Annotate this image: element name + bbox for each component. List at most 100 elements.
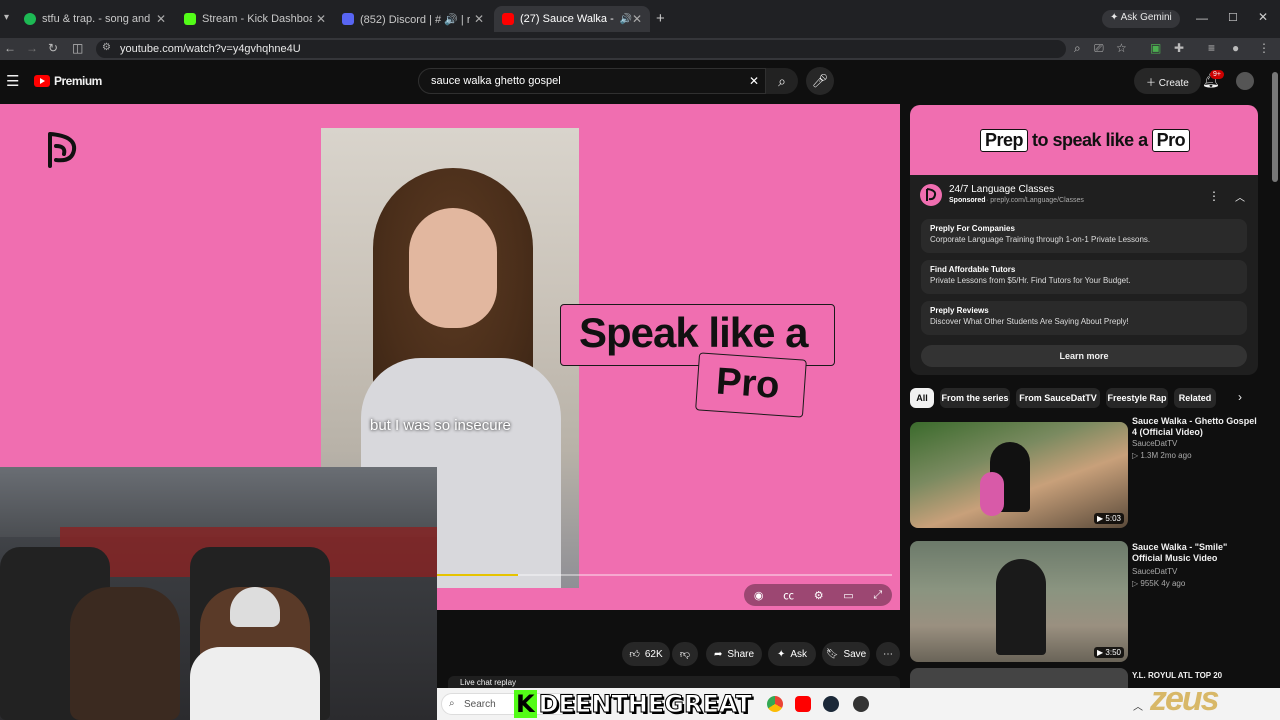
new-tab-button[interactable]: +: [656, 10, 665, 27]
minimize-icon[interactable]: —: [1196, 11, 1208, 25]
ad-sitelink[interactable]: Find Affordable Tutors Private Lessons f…: [921, 260, 1247, 294]
theater-mode-icon[interactable]: ▭: [843, 589, 853, 602]
scrollbar-thumb[interactable]: [1272, 72, 1278, 182]
close-icon[interactable]: ✕: [632, 12, 642, 26]
chevron-right-icon[interactable]: ›: [1238, 390, 1242, 404]
tab-list-icon[interactable]: ▾: [4, 12, 9, 23]
like-button[interactable]: 👍︎ 62K: [622, 642, 670, 666]
tray-chevron-icon[interactable]: ︿: [1133, 698, 1143, 713]
rec-thumbnail[interactable]: ▶ 3:50: [910, 541, 1128, 662]
chip-freestyle-rap[interactable]: Freestyle Rap: [1106, 388, 1168, 408]
tab-kick[interactable]: Stream - Kick Dashboard ✕: [176, 6, 334, 32]
ad-banner[interactable]: Prep to speak like a Pro: [910, 105, 1258, 175]
url-field[interactable]: ⚙ youtube.com/watch?v=y4gvhqhne4U: [96, 40, 1066, 58]
ad-more-icon[interactable]: ⋮: [1208, 189, 1220, 203]
chrome-icon[interactable]: [767, 696, 783, 712]
close-icon[interactable]: ✕: [156, 12, 166, 26]
rec-thumbnail[interactable]: [910, 668, 1128, 688]
ad-title[interactable]: 24/7 Language Classes: [949, 184, 1054, 195]
profile-icon[interactable]: ●: [1232, 41, 1239, 55]
tab-title: (852) Discord | # 🔊 | reaction: [360, 13, 470, 26]
puzzle-icon[interactable]: ✚: [1174, 41, 1184, 55]
hamburger-menu-icon[interactable]: ☰: [6, 72, 19, 90]
close-icon[interactable]: ✕: [474, 12, 484, 26]
back-icon[interactable]: ←: [4, 41, 16, 55]
browser-menu-icon[interactable]: ⋮: [1258, 41, 1270, 55]
live-chat-label: Live chat replay: [460, 678, 517, 687]
create-label: Create: [1158, 78, 1189, 89]
learn-more-button[interactable]: Learn more: [921, 345, 1247, 367]
clear-search-icon[interactable]: ✕: [749, 74, 759, 88]
notification-count-badge: 9+: [1210, 70, 1224, 79]
rec-channel[interactable]: SauceDatTV: [1132, 438, 1177, 450]
forward-icon[interactable]: →: [26, 41, 38, 55]
ask-button[interactable]: ✦ Ask: [768, 642, 816, 666]
ad-sitelink[interactable]: Preply For Companies Corporate Language …: [921, 219, 1247, 253]
advertiser-logo-icon: [920, 184, 942, 206]
rec-thumbnail[interactable]: ▶ 5:03: [910, 422, 1128, 528]
site-info-icon[interactable]: ⚙: [102, 42, 111, 53]
cast-icon[interactable]: ⎚: [1094, 41, 1104, 56]
close-icon[interactable]: ✕: [316, 12, 326, 26]
search-icon: ⌕: [449, 698, 455, 709]
split-view-icon[interactable]: ◫: [72, 41, 83, 55]
steam-icon[interactable]: [823, 696, 839, 712]
tab-spotify[interactable]: stfu & trap. - song and lyrics by ✕: [16, 6, 174, 32]
rec-title[interactable]: Sauce Walka - Ghetto Gospel 4 (Official …: [1132, 416, 1257, 438]
ask-gemini-label: Ask Gemini: [1120, 12, 1172, 23]
search-input[interactable]: sauce walka ghetto gospel ✕: [418, 68, 766, 94]
chip-all[interactable]: All: [910, 388, 934, 408]
tab-title: (27) Sauce Walka - "Ghetto: [520, 13, 615, 25]
zoom-icon[interactable]: ⌕: [1074, 41, 1081, 56]
collapse-chevron-icon[interactable]: ︿: [1235, 189, 1245, 204]
create-button[interactable]: ＋ Create: [1134, 68, 1201, 94]
rec-title[interactable]: Sauce Walka - "Smile" Official Music Vid…: [1132, 542, 1257, 564]
progress-fill: [436, 574, 519, 576]
banner-mid: to speak like a: [1032, 130, 1148, 150]
obs-icon[interactable]: [853, 696, 869, 712]
voice-search-button[interactable]: 🎤︎: [806, 67, 834, 95]
thumbs-up-icon: 👍︎: [629, 649, 640, 660]
window-close-icon[interactable]: ✕: [1258, 10, 1268, 24]
ad-panel: 24/7 Language Classes Sponsored · preply…: [910, 175, 1258, 375]
ad-domain: · preply.com/Language/Classes: [986, 197, 1084, 204]
search-button[interactable]: ⌕: [766, 68, 798, 94]
ad-sitelink[interactable]: Preply Reviews Discover What Other Stude…: [921, 301, 1247, 335]
ask-gemini-button[interactable]: ✦ Ask Gemini: [1102, 10, 1180, 28]
like-count: 62K: [644, 648, 663, 660]
share-button[interactable]: ➦ Share: [706, 642, 762, 666]
sitelink-desc: Corporate Language Training through 1-on…: [930, 235, 1151, 244]
fullscreen-icon[interactable]: ⤢: [873, 589, 882, 602]
autoplay-icon[interactable]: ◉: [754, 589, 764, 602]
chip-related[interactable]: Related: [1174, 388, 1216, 408]
speaker-icon[interactable]: 🔊: [619, 14, 631, 25]
reload-icon[interactable]: ↻: [48, 41, 58, 55]
media-icon[interactable]: ≡: [1208, 41, 1215, 55]
dislike-button[interactable]: 👎︎: [672, 642, 698, 666]
live-chat-replay-button[interactable]: Live chat replay: [448, 676, 900, 688]
youtube-logo[interactable]: Premium: [34, 74, 102, 88]
extension-icon[interactable]: ▣: [1150, 41, 1161, 55]
webcam-overlay: [0, 467, 437, 720]
save-button[interactable]: 🔖︎ Save: [822, 642, 870, 666]
tab-youtube[interactable]: (27) Sauce Walka - "Ghetto 🔊 ✕: [494, 6, 650, 32]
chip-from-saucedattv[interactable]: From SauceDatTV: [1016, 388, 1100, 408]
chip-from-series[interactable]: From the series: [940, 388, 1010, 408]
spotify-icon: [24, 13, 36, 25]
share-icon: ➦: [713, 648, 723, 660]
logo-text: Premium: [54, 74, 102, 88]
bookmark-star-icon[interactable]: ☆: [1116, 41, 1127, 55]
ask-label: Ask: [790, 648, 808, 660]
maximize-icon[interactable]: ☐: [1228, 11, 1238, 24]
youtube-icon: [502, 13, 514, 25]
youtube-header: ☰ Premium sauce walka ghetto gospel ✕ ⌕ …: [0, 60, 1270, 102]
more-actions-button[interactable]: ⋯: [876, 642, 900, 666]
settings-gear-icon[interactable]: ⚙: [814, 589, 824, 602]
banner-pro: Pro: [1151, 129, 1191, 152]
url-text: youtube.com/watch?v=y4gvhqhne4U: [120, 43, 301, 55]
captions-icon[interactable]: ㏄: [783, 587, 794, 603]
youtube-taskbar-icon[interactable]: [795, 696, 811, 712]
tab-discord[interactable]: (852) Discord | # 🔊 | reaction ✕: [334, 6, 492, 32]
avatar[interactable]: [1236, 72, 1254, 90]
rec-channel[interactable]: SauceDatTV: [1132, 566, 1177, 578]
